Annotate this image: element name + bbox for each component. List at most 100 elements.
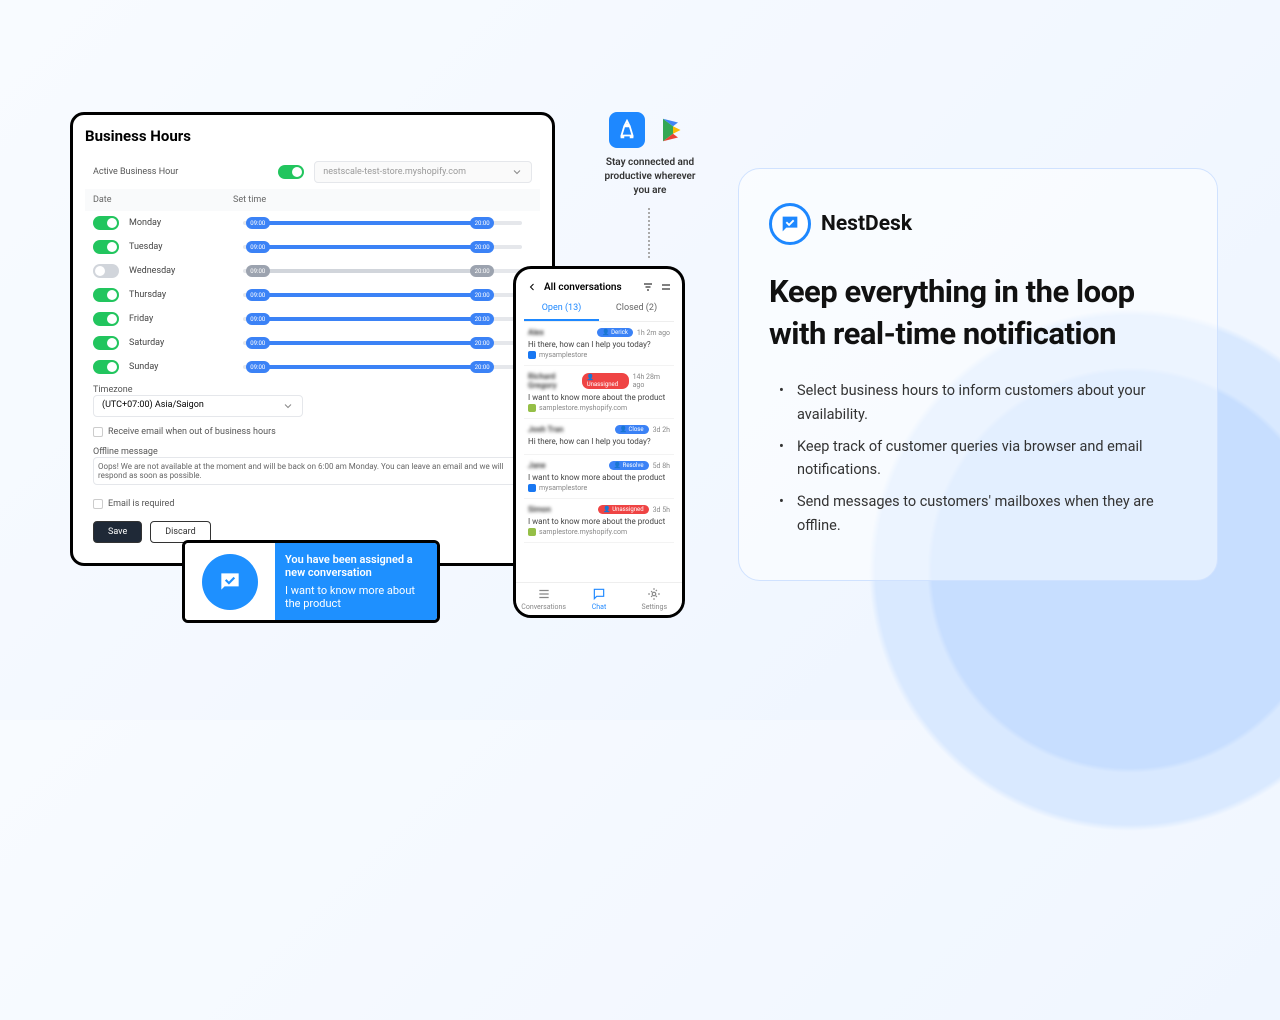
conv-source: samplestore.myshopify.com <box>528 528 670 536</box>
day-row-tuesday: Tuesday 09:00 20:00 <box>85 235 540 259</box>
filter-icon[interactable] <box>642 281 654 293</box>
tab-closed[interactable]: Closed (2) <box>599 297 674 321</box>
end-time[interactable]: 20:00 <box>470 265 494 277</box>
time-slider[interactable]: 09:00 20:00 <box>243 293 522 297</box>
active-toggle[interactable] <box>278 165 304 179</box>
conv-time: 5d 8h <box>653 462 670 470</box>
conv-name: Jane <box>528 461 546 470</box>
conv-source: mysamplestore <box>528 351 670 359</box>
conv-source: samplestore.myshopify.com <box>528 404 670 412</box>
status-badge: 👤 Close <box>615 425 649 434</box>
phone-title: All conversations <box>544 282 622 293</box>
conv-time: 14h 28m ago <box>633 373 670 389</box>
conversation-item[interactable]: Jane 👤 Resolve 5d 8h I want to know more… <box>524 455 674 499</box>
card-heading: Keep everything in the loop with real-ti… <box>769 271 1187 355</box>
start-time[interactable]: 09:00 <box>246 313 270 325</box>
nav-conversations[interactable]: Conversations <box>516 583 571 615</box>
offline-label: Offline message <box>93 447 532 457</box>
checkbox-icon <box>93 427 103 437</box>
email-required-checkbox[interactable]: Email is required <box>85 495 540 513</box>
active-label: Active Business Hour <box>93 167 178 177</box>
save-button[interactable]: Save <box>93 521 142 543</box>
play-store-icon[interactable] <box>655 112 691 148</box>
status-badge: 👤 Resolve <box>609 461 649 470</box>
time-slider[interactable]: 09:00 20:00 <box>243 221 522 225</box>
day-toggle[interactable] <box>93 216 119 230</box>
end-time[interactable]: 20:00 <box>470 217 494 229</box>
time-slider[interactable]: 09:00 20:00 <box>243 341 522 345</box>
start-time[interactable]: 09:00 <box>246 241 270 253</box>
offline-message-input[interactable] <box>93 457 532 485</box>
day-toggle[interactable] <box>93 312 119 326</box>
day-row-saturday: Saturday 09:00 20:00 <box>85 331 540 355</box>
start-time[interactable]: 09:00 <box>246 361 270 373</box>
feature-bullet: Select business hours to inform customer… <box>785 379 1187 427</box>
start-time[interactable]: 09:00 <box>246 265 270 277</box>
day-name: Monday <box>129 218 161 228</box>
conversation-item[interactable]: Richard Gregory 👤 Unassigned 14h 28m ago… <box>524 366 674 419</box>
conversation-item[interactable]: Simon 👤 Unassigned 3d 5h I want to know … <box>524 499 674 543</box>
conv-message: I want to know more about the product <box>528 517 670 526</box>
status-badge: 👤 Unassigned <box>598 505 648 514</box>
conv-message: Hi there, how can I help you today? <box>528 340 670 349</box>
conv-name: Richard Gregory <box>528 372 582 390</box>
notification-toast: You have been assigned a new conversatio… <box>182 540 440 623</box>
app-stores: Stay connected and productive wherever y… <box>600 112 700 198</box>
gear-icon <box>647 587 661 601</box>
start-time[interactable]: 09:00 <box>246 337 270 349</box>
conv-source: mysamplestore <box>528 484 670 492</box>
nav-settings[interactable]: Settings <box>627 583 682 615</box>
business-hours-panel: Business Hours Active Business Hour nest… <box>70 112 555 566</box>
conv-time: 3d 2h <box>653 426 670 434</box>
day-toggle[interactable] <box>93 240 119 254</box>
conv-name: Simon <box>528 505 551 514</box>
nestdesk-logo-icon <box>769 203 811 245</box>
time-slider[interactable]: 09:00 20:00 <box>243 365 522 369</box>
end-time[interactable]: 20:00 <box>470 289 494 301</box>
conversation-item[interactable]: Alex 👤 Derick 1h 2m ago Hi there, how ca… <box>524 322 674 366</box>
end-time[interactable]: 20:00 <box>470 241 494 253</box>
end-time[interactable]: 20:00 <box>470 361 494 373</box>
conv-message: I want to know more about the product <box>528 473 670 482</box>
phone-mockup: All conversations Open (13) Closed (2) A… <box>513 266 685 618</box>
day-row-monday: Monday 09:00 20:00 <box>85 211 540 235</box>
conv-name: Alex <box>528 328 544 337</box>
chat-icon <box>592 587 606 601</box>
chevron-down-icon <box>282 400 294 412</box>
start-time[interactable]: 09:00 <box>246 289 270 301</box>
conv-time: 3d 5h <box>653 506 670 514</box>
day-name: Wednesday <box>129 266 175 276</box>
day-row-friday: Friday 09:00 20:00 <box>85 307 540 331</box>
timezone-select[interactable]: (UTC+07:00) Asia/Saigon <box>93 395 303 417</box>
app-store-icon[interactable] <box>609 112 645 148</box>
day-toggle[interactable] <box>93 360 119 374</box>
chevron-down-icon <box>511 166 523 178</box>
tab-open[interactable]: Open (13) <box>524 297 599 321</box>
end-time[interactable]: 20:00 <box>470 313 494 325</box>
time-slider[interactable]: 09:00 20:00 <box>243 317 522 321</box>
day-name: Saturday <box>129 338 164 348</box>
conversation-item[interactable]: Josh Tran 👤 Close 3d 2h Hi there, how ca… <box>524 419 674 455</box>
toast-title: You have been assigned a new conversatio… <box>285 553 427 579</box>
panel-title: Business Hours <box>85 127 540 145</box>
day-row-sunday: Sunday 09:00 20:00 <box>85 355 540 379</box>
end-time[interactable]: 20:00 <box>470 337 494 349</box>
day-toggle[interactable] <box>93 288 119 302</box>
day-row-wednesday: Wednesday 09:00 20:00 <box>85 259 540 283</box>
time-slider[interactable]: 09:00 20:00 <box>243 269 522 273</box>
day-name: Friday <box>129 314 153 324</box>
menu-icon[interactable] <box>660 281 672 293</box>
conv-message: I want to know more about the product <box>528 393 670 402</box>
checkbox-icon <box>93 499 103 509</box>
nav-chat[interactable]: Chat <box>571 583 626 615</box>
timezone-label: Timezone <box>93 385 532 395</box>
time-slider[interactable]: 09:00 20:00 <box>243 245 522 249</box>
start-time[interactable]: 09:00 <box>246 217 270 229</box>
back-icon[interactable] <box>526 281 538 293</box>
conv-name: Josh Tran <box>528 425 564 434</box>
receive-email-checkbox[interactable]: Receive email when out of business hours <box>85 423 540 441</box>
store-select[interactable]: nestscale-test-store.myshopify.com <box>314 161 532 183</box>
day-toggle[interactable] <box>93 264 119 278</box>
conv-time: 1h 2m ago <box>637 329 670 337</box>
day-toggle[interactable] <box>93 336 119 350</box>
